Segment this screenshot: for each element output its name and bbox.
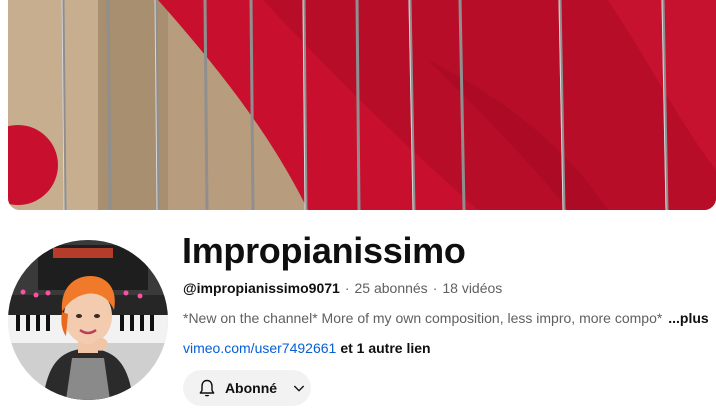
- channel-description[interactable]: *New on the channel* More of my own comp…: [183, 308, 711, 328]
- chevron-down-icon: [287, 376, 311, 400]
- subscriber-count: 25 abonnés: [354, 280, 428, 296]
- vimeo-link[interactable]: vimeo.com/user7492661: [183, 340, 336, 356]
- channel-meta: @impropianissimo9071 · 25 abonnés · 18 vidéo…: [183, 278, 502, 298]
- description-text: *New on the channel* More of my own comp…: [183, 310, 663, 326]
- separator: ·: [432, 280, 438, 296]
- subscribed-button[interactable]: Abonné: [183, 370, 311, 406]
- more-button[interactable]: ...plus: [668, 310, 708, 326]
- channel-links: vimeo.com/user7492661 et 1 autre lien: [183, 338, 431, 358]
- more-links-button[interactable]: et 1 autre lien: [340, 340, 430, 356]
- channel-avatar[interactable]: [8, 240, 168, 400]
- channel-banner: [8, 0, 716, 210]
- channel-handle: @impropianissimo9071: [183, 280, 340, 296]
- separator: ·: [344, 280, 350, 296]
- bell-icon: [195, 376, 219, 400]
- video-count: 18 vidéos: [442, 280, 503, 296]
- channel-name: Impropianissimo: [182, 230, 466, 271]
- subscribed-label: Abonné: [224, 380, 278, 396]
